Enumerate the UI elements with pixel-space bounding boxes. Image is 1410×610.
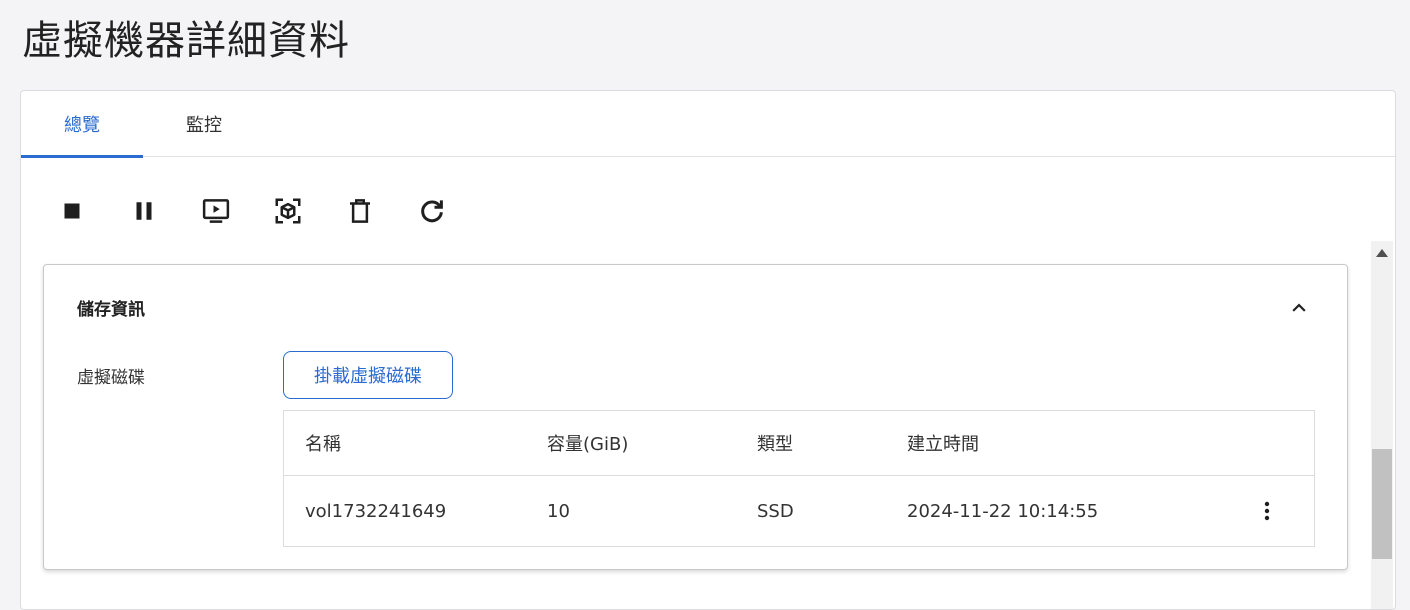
chevron-up-icon <box>1292 303 1306 312</box>
refresh-icon <box>421 200 443 223</box>
tab-monitoring[interactable]: 監控 <box>143 91 265 157</box>
tab-overview[interactable]: 總覽 <box>21 91 143 158</box>
storage-panel: 儲存資訊 虛擬磁碟 掛載虛擬磁碟 名稱 容量(GiB) 類型 建立時間 vol1… <box>43 264 1348 570</box>
vm-detail-card: 總覽 監控 儲存資訊 虛擬磁碟 掛載虛擬磁碟 名稱 容量(GiB) 類型 建立時… <box>20 90 1396 610</box>
storage-panel-title: 儲存資訊 <box>77 300 145 320</box>
console-button[interactable] <box>189 187 261 235</box>
stop-icon <box>64 203 80 219</box>
delete-button[interactable] <box>333 187 405 235</box>
pause-button[interactable] <box>117 187 189 235</box>
refresh-button[interactable] <box>405 187 477 235</box>
scrollbar-thumb[interactable] <box>1372 449 1392 559</box>
console-icon <box>202 199 230 223</box>
vm-action-toolbar <box>45 187 477 235</box>
header-created: 建立時間 <box>907 434 979 455</box>
detail-scroll-area: 儲存資訊 虛擬磁碟 掛載虛擬磁碟 名稱 容量(GiB) 類型 建立時間 vol1… <box>21 241 1395 609</box>
collapse-button[interactable] <box>1284 293 1314 323</box>
more-vertical-icon <box>1264 501 1270 521</box>
snapshot-button[interactable] <box>261 187 333 235</box>
header-type: 類型 <box>757 434 793 455</box>
scroll-up-arrow-icon[interactable] <box>1376 249 1388 257</box>
virtual-disk-label: 虛擬磁碟 <box>77 368 145 388</box>
disk-created: 2024-11-22 10:14:55 <box>907 500 1099 522</box>
disk-capacity: 10 <box>547 500 570 522</box>
stop-button[interactable] <box>45 187 117 235</box>
delete-icon <box>350 199 370 223</box>
pause-icon <box>136 202 152 220</box>
tab-bar: 總覽 監控 <box>21 91 1395 158</box>
mount-disk-button[interactable]: 掛載虛擬磁碟 <box>283 351 453 399</box>
table-row: vol1732241649 10 SSD 2024-11-22 10:14:55 <box>284 476 1314 546</box>
table-header: 名稱 容量(GiB) 類型 建立時間 <box>284 411 1314 476</box>
disk-type: SSD <box>757 500 794 522</box>
disk-name: vol1732241649 <box>305 500 447 522</box>
header-name: 名稱 <box>305 434 341 455</box>
disk-table: 名稱 容量(GiB) 類型 建立時間 vol1732241649 10 SSD … <box>283 410 1315 547</box>
snapshot-icon <box>275 198 301 224</box>
page-title: 虛擬機器詳細資料 <box>22 18 350 64</box>
row-actions-button[interactable] <box>1252 496 1282 526</box>
vertical-scrollbar[interactable] <box>1371 241 1393 609</box>
header-capacity: 容量(GiB) <box>547 434 629 455</box>
